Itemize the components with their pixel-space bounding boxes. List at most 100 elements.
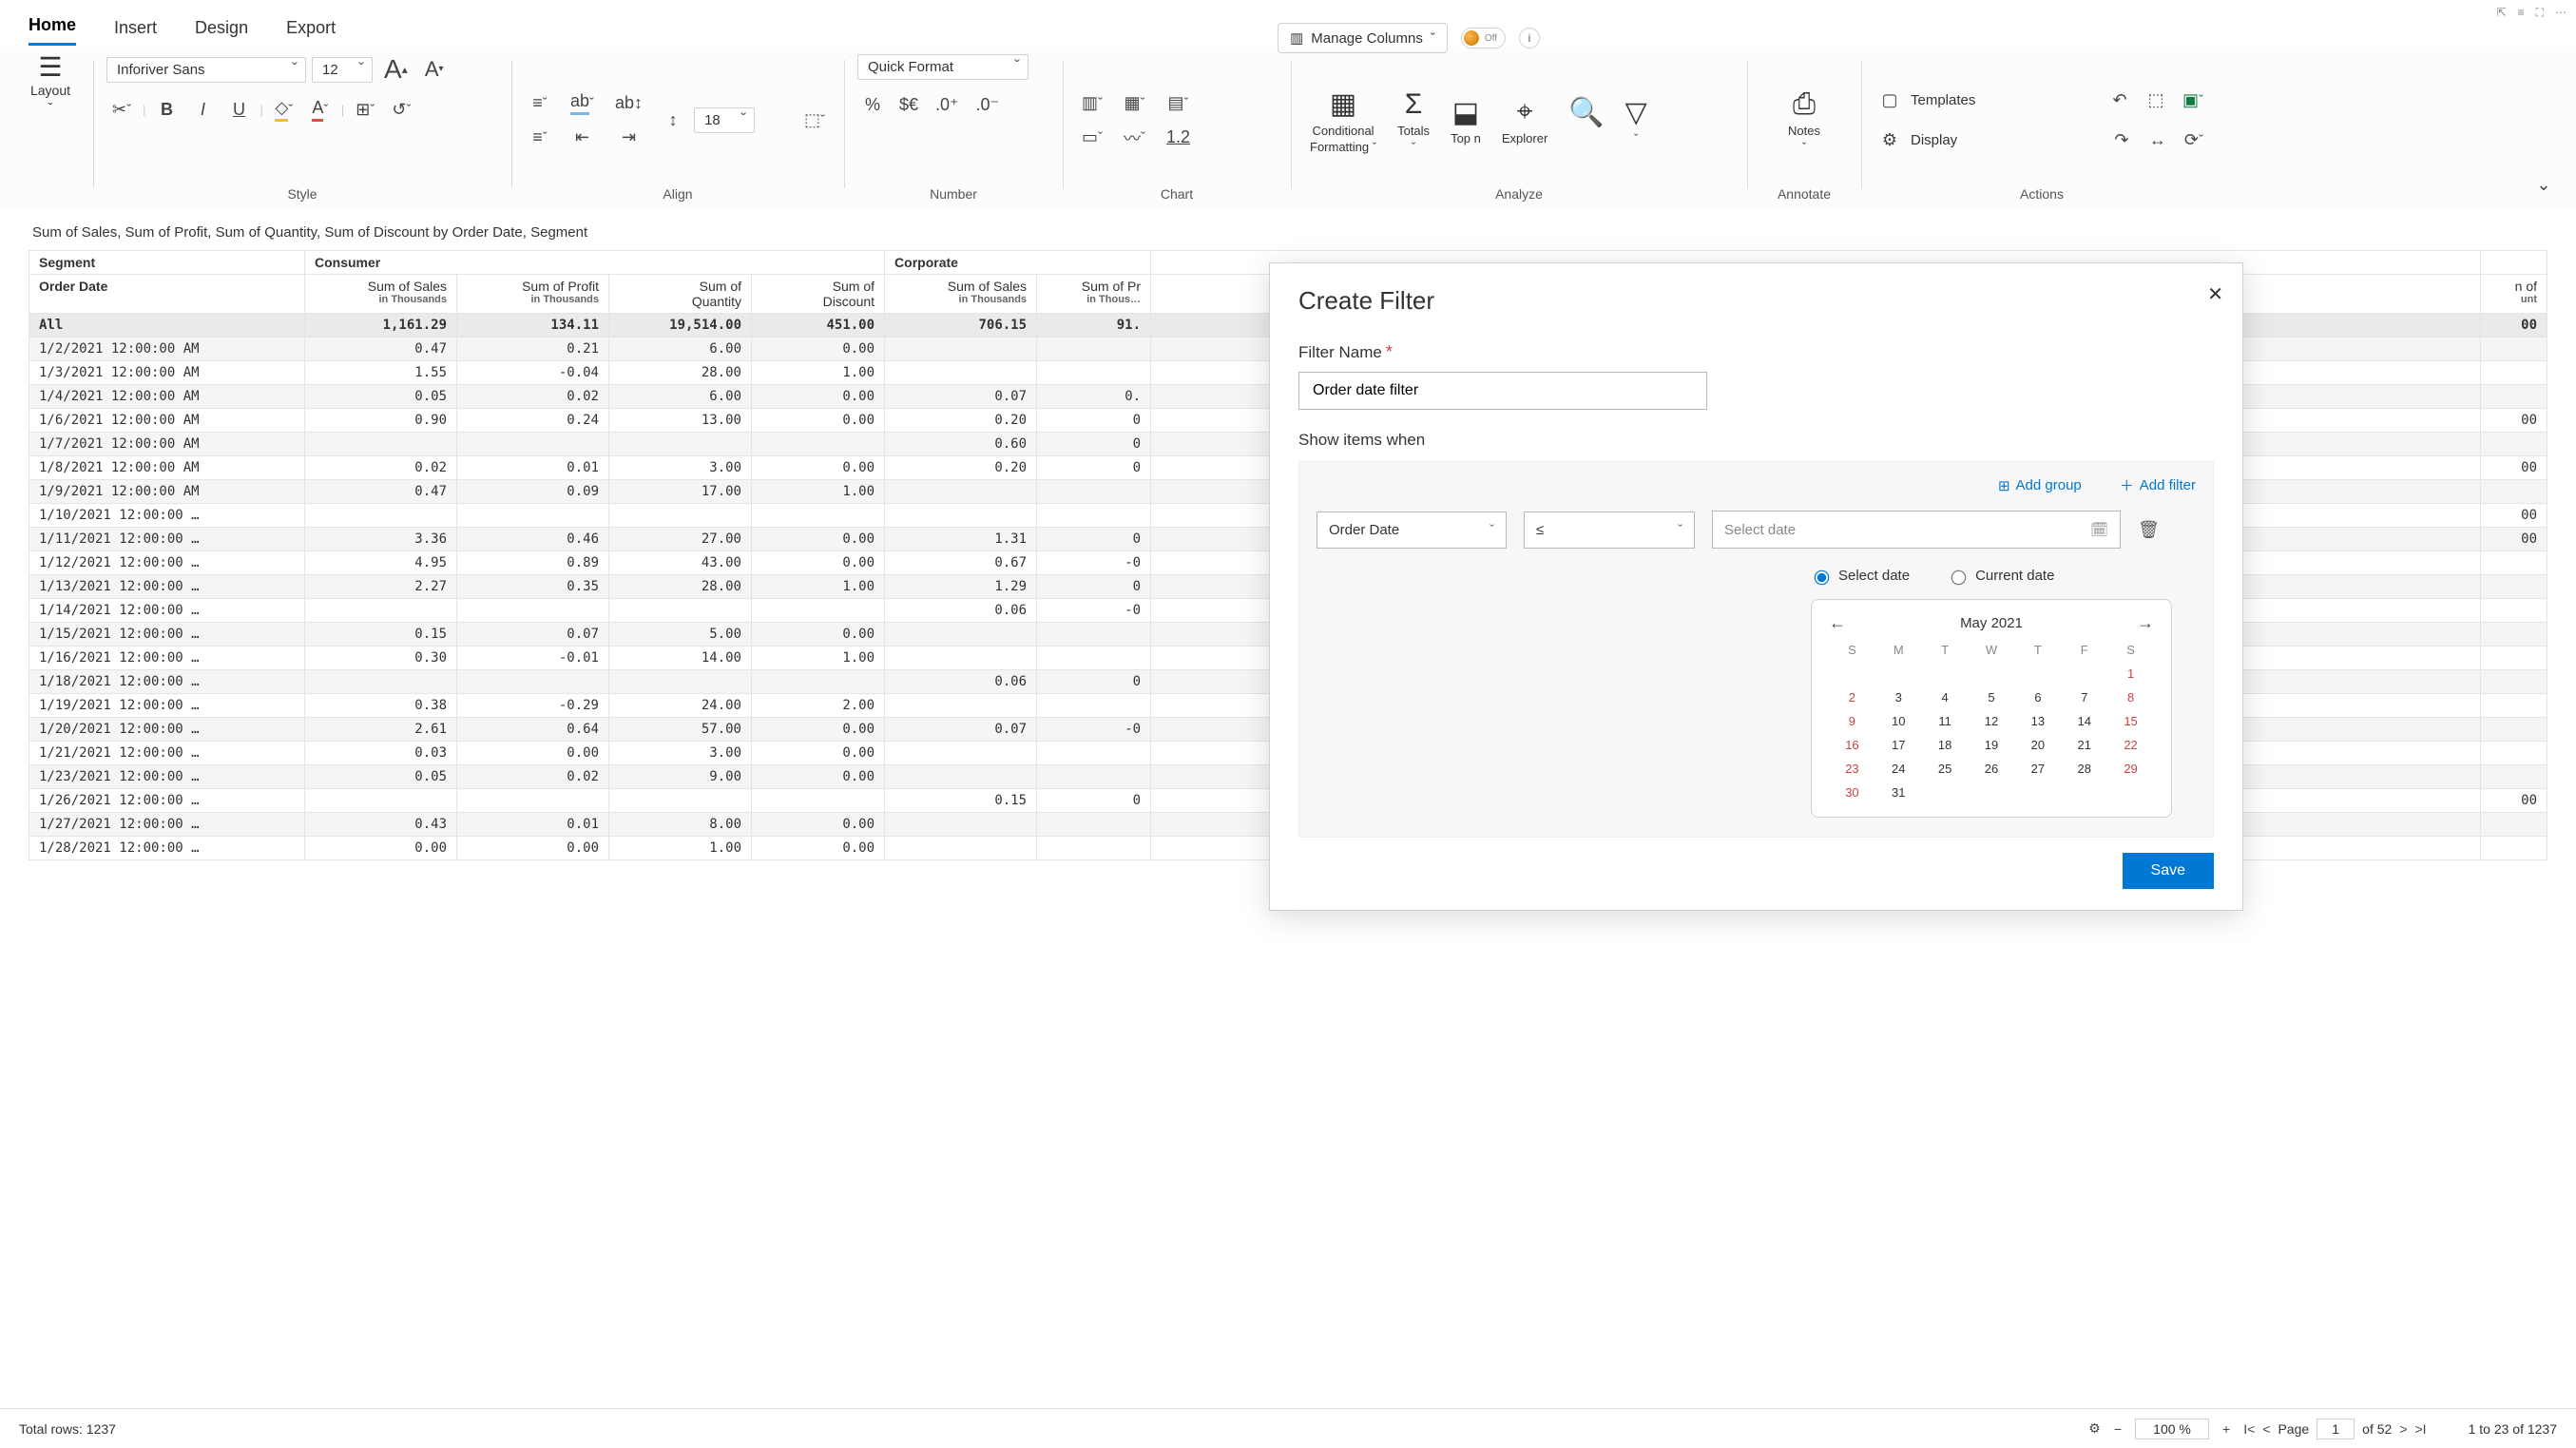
cell[interactable] [885,647,1037,670]
cell[interactable]: 0 [1037,789,1151,813]
cell[interactable]: 2.61 [305,718,457,742]
segment-corporate-header[interactable]: Corporate [885,251,1151,275]
date-cell[interactable]: 1/14/2021 12:00:00 … [29,599,305,623]
cell[interactable] [305,599,457,623]
topn-button[interactable]: ⬓ Top n [1445,95,1487,145]
format-painter-icon[interactable]: ✂ˇ [106,94,137,125]
underline-button[interactable]: U [223,94,254,125]
cal-day[interactable]: 3 [1875,690,1922,705]
cell[interactable]: 1.00 [752,361,885,385]
indent-icon[interactable]: ⇥ [609,123,648,153]
cell[interactable] [885,694,1037,718]
cell[interactable] [1037,338,1151,361]
cell[interactable]: 0.00 [752,742,885,765]
date-cell[interactable]: 1/4/2021 12:00:00 AM [29,385,305,409]
line-spacing-icon[interactable]: ↕ [658,106,688,136]
cell[interactable]: 0.47 [305,338,457,361]
templates-label[interactable]: Templates [1911,92,1975,108]
valign-button[interactable]: ≡ˇ [525,88,555,119]
date-cell[interactable]: 1/10/2021 12:00:00 … [29,504,305,528]
cell[interactable]: 0.43 [305,813,457,837]
cell[interactable] [2481,480,2547,504]
cell[interactable] [609,670,752,694]
cal-day[interactable]: 11 [1922,714,1969,728]
col-partial[interactable]: n ofunt [2481,275,2547,314]
cell[interactable]: 0.07 [885,718,1037,742]
chart-sparkbar-icon[interactable]: ▭ˇ [1076,123,1108,153]
cal-day[interactable]: 25 [1922,762,1969,776]
cal-day[interactable]: 10 [1875,714,1922,728]
date-cell[interactable]: 1/6/2021 12:00:00 AM [29,409,305,433]
orderdate-header[interactable]: Order Date [29,275,305,314]
date-cell[interactable]: 1/21/2021 12:00:00 … [29,742,305,765]
cal-prev-button[interactable]: ← [1829,613,1846,633]
cal-day[interactable]: 31 [1875,785,1922,800]
cell[interactable] [1037,765,1151,789]
col-profit-consumer[interactable]: Sum of Profitin Thousands [457,275,609,314]
cell[interactable] [885,361,1037,385]
tab-home[interactable]: Home [29,8,76,46]
cal-day[interactable]: 12 [1969,714,2015,728]
col-qty-consumer[interactable]: Sum ofQuantity [609,275,752,314]
cell[interactable]: 0.02 [457,385,609,409]
cal-day[interactable]: 4 [1922,690,1969,705]
cell[interactable]: 0.09 [457,480,609,504]
percent-icon[interactable]: % [857,89,888,120]
cell[interactable] [2481,837,2547,860]
date-cell[interactable]: 1/18/2021 12:00:00 … [29,670,305,694]
cell[interactable]: 5.00 [609,623,752,647]
cell[interactable]: 0.20 [885,409,1037,433]
cell[interactable]: 6.00 [609,338,752,361]
close-button[interactable]: ✕ [2207,282,2223,306]
cell[interactable]: 00 [2481,504,2547,528]
chart-bar-icon[interactable]: ▥ˇ [1076,88,1108,119]
cell[interactable]: 0.64 [457,718,609,742]
date-cell[interactable]: 1/7/2021 12:00:00 AM [29,433,305,456]
fit-width-icon[interactable]: ⬚ˇ [798,106,831,136]
theme-toggle[interactable]: Off [1461,28,1506,48]
cell[interactable] [885,765,1037,789]
excel-icon[interactable]: ▣ˇ [2177,86,2209,116]
cell[interactable] [752,789,885,813]
cal-day[interactable]: 6 [2014,690,2061,705]
quick-format-select[interactable]: Quick Format [857,54,1028,80]
cal-day[interactable]: 19 [1969,738,2015,752]
undo-icon[interactable]: ↶ [2105,86,2135,116]
cal-day[interactable]: 17 [1875,738,1922,752]
cell[interactable]: 24.00 [609,694,752,718]
cal-day[interactable]: 2 [1829,690,1875,705]
cell[interactable] [2481,694,2547,718]
cell[interactable]: 0.03 [305,742,457,765]
cell[interactable] [2481,385,2547,409]
cal-day[interactable]: 16 [1829,738,1875,752]
all-row-label[interactable]: All [29,314,305,338]
first-page-button[interactable]: I< [2243,1421,2255,1437]
cell[interactable]: 0.02 [305,456,457,480]
cell[interactable]: 0.00 [752,765,885,789]
filter-op-select[interactable]: ≤ˇ [1524,512,1695,549]
cell[interactable]: 3.00 [609,742,752,765]
cell[interactable]: 0.00 [752,409,885,433]
cal-day[interactable]: 18 [1922,738,1969,752]
cell[interactable]: 28.00 [609,361,752,385]
cell[interactable] [2481,670,2547,694]
cal-day[interactable]: 15 [2107,714,2154,728]
cal-day[interactable]: 9 [1829,714,1875,728]
date-cell[interactable]: 1/26/2021 12:00:00 … [29,789,305,813]
cell[interactable]: 0.46 [457,528,609,551]
zoom-out-button[interactable]: − [2114,1421,2122,1437]
cell[interactable]: 00 [2481,528,2547,551]
chart-target-icon[interactable]: 1.2 [1161,123,1196,153]
filter-name-input[interactable] [1298,372,1707,410]
cell[interactable]: 0.05 [305,385,457,409]
save-button[interactable]: Save [2123,853,2214,889]
next-page-button[interactable]: > [2399,1421,2407,1437]
cell[interactable]: 0.20 [885,456,1037,480]
cell[interactable] [305,789,457,813]
cell[interactable]: 0.67 [885,551,1037,575]
cell[interactable] [457,504,609,528]
cell[interactable]: -0.04 [457,361,609,385]
cell[interactable] [305,670,457,694]
cell[interactable]: 0 [1037,670,1151,694]
chart-column-icon[interactable]: ▦ˇ [1118,88,1151,119]
